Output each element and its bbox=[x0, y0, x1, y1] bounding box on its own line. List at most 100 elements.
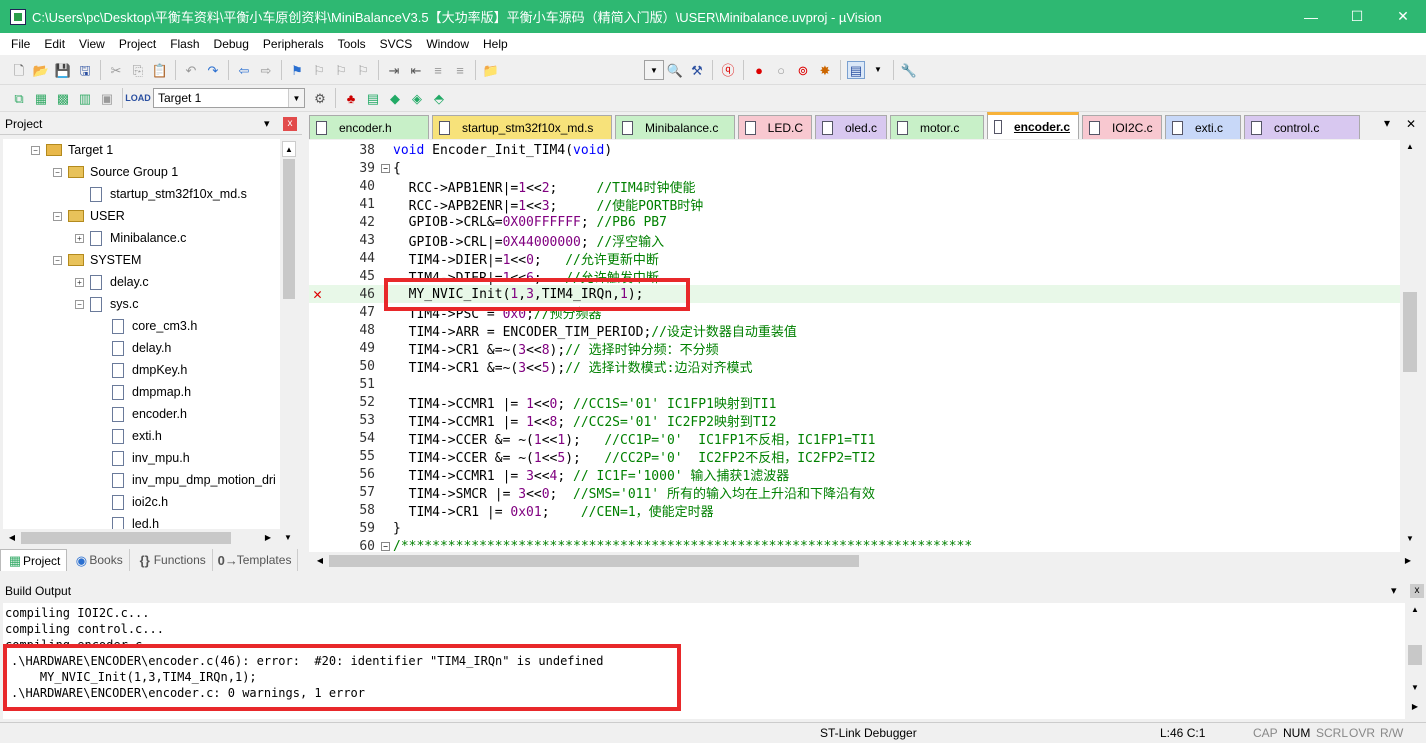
bookmark-icon[interactable]: ⚑ bbox=[288, 61, 306, 79]
redo-icon[interactable]: ↷ bbox=[204, 61, 222, 79]
tree-item[interactable]: inv_mpu.h bbox=[97, 447, 190, 469]
code-line[interactable]: 38 void Encoder_Init_TIM4(void) bbox=[309, 141, 1400, 159]
breakpoint-kill-icon[interactable]: ✸ bbox=[816, 61, 834, 79]
expand-icon[interactable]: + bbox=[75, 277, 84, 287]
window-layout-dropdown-icon[interactable]: ▼ bbox=[869, 61, 887, 79]
batch-build-icon[interactable]: ▥ bbox=[76, 89, 94, 107]
menu-project[interactable]: Project bbox=[112, 37, 163, 51]
bookmark-prev-icon[interactable]: ⚐ bbox=[310, 61, 328, 79]
tree-item[interactable]: ioi2c.h bbox=[97, 491, 168, 513]
code-line[interactable]: 52 TIM4->CCMR1 |= 1<<0; //CC1S='01' IC1F… bbox=[309, 393, 1400, 412]
pin-icon[interactable]: ▾ bbox=[1391, 584, 1397, 597]
save-all-icon[interactable]: 🖫 bbox=[76, 61, 94, 79]
code-line[interactable]: 48 TIM4->ARR = ENCODER_TIM_PERIOD;//设定计数… bbox=[309, 321, 1400, 340]
menu-svcs[interactable]: SVCS bbox=[373, 37, 420, 51]
menu-peripherals[interactable]: Peripherals bbox=[256, 37, 331, 51]
tab-startup-stm32f10x-md-s[interactable]: startup_stm32f10x_md.s bbox=[432, 115, 612, 139]
breakpoint-disable-icon[interactable]: ○ bbox=[772, 61, 790, 79]
stop-build-icon[interactable]: ▣ bbox=[98, 89, 116, 107]
new-file-icon[interactable]: 🗋 bbox=[10, 61, 28, 79]
fold-icon[interactable]: − bbox=[381, 163, 390, 173]
code-line[interactable]: 43 GPIOB->CRL|=0X44000000; //浮空输入 bbox=[309, 231, 1400, 250]
minimize-button[interactable]: — bbox=[1288, 0, 1334, 33]
nav-back-icon[interactable]: ⇦ bbox=[235, 61, 253, 79]
editor-hscrollbar[interactable]: ◀ ▶ bbox=[309, 552, 1419, 570]
code-line[interactable]: 41 RCC->APB2ENR|=1<<3; //使能PORTB时钟 bbox=[309, 195, 1400, 214]
expand-icon[interactable]: + bbox=[75, 233, 84, 243]
indent-icon[interactable]: ⇥ bbox=[385, 61, 403, 79]
menu-tools[interactable]: Tools bbox=[331, 37, 373, 51]
tab-encoder-h[interactable]: encoder.h bbox=[309, 115, 429, 139]
paste-icon[interactable]: 📋 bbox=[151, 61, 169, 79]
tree-item[interactable]: − Target 1 bbox=[31, 139, 113, 161]
tree-item[interactable]: − sys.c bbox=[75, 293, 138, 315]
editor-vscrollbar[interactable]: ▲ ▼ bbox=[1400, 140, 1419, 552]
tab-ioi2c-c[interactable]: IOI2C.c bbox=[1082, 115, 1162, 139]
tab-project[interactable]: ▦ Project bbox=[0, 549, 68, 571]
find-icon[interactable]: 🔍 bbox=[666, 61, 684, 79]
open-file-icon[interactable]: 📂 bbox=[32, 61, 50, 79]
menu-window[interactable]: Window bbox=[419, 37, 476, 51]
tab-exti-c[interactable]: exti.c bbox=[1165, 115, 1241, 139]
project-tree-vscrollbar[interactable]: ▲ bbox=[280, 139, 298, 529]
tree-item[interactable]: − SYSTEM bbox=[53, 249, 141, 271]
save-icon[interactable]: 💾 bbox=[54, 61, 72, 79]
breakpoint-icon[interactable]: ● bbox=[750, 61, 768, 79]
manage-components-icon[interactable]: ♣ bbox=[342, 89, 360, 107]
code-line[interactable]: 40 RCC->APB1ENR|=1<<2; //TIM4时钟使能 bbox=[309, 177, 1400, 196]
bookmark-clear-icon[interactable]: ⚐ bbox=[354, 61, 372, 79]
pin-icon[interactable]: ▾ bbox=[264, 117, 270, 130]
code-line[interactable]: 53 TIM4->CCMR1 |= 1<<8; //CC2S='01' IC2F… bbox=[309, 411, 1400, 430]
tree-item[interactable]: led.h bbox=[97, 513, 159, 529]
code-line[interactable]: 49 TIM4->CR1 &=~(3<<8);// 选择时钟分频：不分频 bbox=[309, 339, 1400, 358]
collapse-icon[interactable]: − bbox=[31, 145, 40, 155]
rebuild-icon[interactable]: ▩ bbox=[54, 89, 72, 107]
debug-session-icon[interactable]: ⓠ bbox=[719, 61, 737, 79]
tree-item[interactable]: dmpKey.h bbox=[97, 359, 187, 381]
menu-view[interactable]: View bbox=[72, 37, 112, 51]
file-extensions-icon[interactable]: ▤ bbox=[364, 89, 382, 107]
code-line[interactable]: 55 TIM4->CCER &= ~(1<<5); //CC2P='0' IC2… bbox=[309, 447, 1400, 466]
translate-icon[interactable]: ⧉ bbox=[10, 89, 28, 107]
tree-item[interactable]: + Minibalance.c bbox=[75, 227, 186, 249]
tab-oled-c[interactable]: oled.c bbox=[815, 115, 887, 139]
run-time-env-icon[interactable]: ⬘ bbox=[430, 89, 448, 107]
tree-item[interactable]: − USER bbox=[53, 205, 125, 227]
uncomment-icon[interactable]: ≡ bbox=[451, 61, 469, 79]
tree-item[interactable]: dmpmap.h bbox=[97, 381, 191, 403]
tab-encoder-c[interactable]: encoder.c bbox=[987, 112, 1079, 139]
pack-installer-icon[interactable]: ◈ bbox=[408, 89, 426, 107]
tree-item[interactable]: − Source Group 1 bbox=[53, 161, 178, 183]
collapse-icon[interactable]: − bbox=[53, 255, 62, 265]
unindent-icon[interactable]: ⇤ bbox=[407, 61, 425, 79]
code-line[interactable]: 44 TIM4->DIER|=1<<0; //允许更新中断 bbox=[309, 249, 1400, 268]
tab-control-c[interactable]: control.c bbox=[1244, 115, 1360, 139]
tree-item[interactable]: inv_mpu_dmp_motion_dri bbox=[97, 469, 276, 491]
code-line[interactable]: 57 TIM4->SMCR |= 3<<0; //SMS='011' 所有的输入… bbox=[309, 483, 1400, 502]
nav-forward-icon[interactable]: ⇨ bbox=[257, 61, 275, 79]
tree-item[interactable]: delay.h bbox=[97, 337, 171, 359]
window-layout-icon[interactable]: ▤ bbox=[847, 61, 865, 79]
tree-item[interactable]: core_cm3.h bbox=[97, 315, 197, 337]
build-vscrollbar[interactable]: ▲ ▼ ▶ bbox=[1405, 603, 1424, 719]
menu-flash[interactable]: Flash bbox=[163, 37, 206, 51]
code-editor[interactable]: 38 void Encoder_Init_TIM4(void) 39{−40 RCC… bbox=[309, 140, 1400, 552]
close-icon[interactable]: x bbox=[283, 116, 297, 131]
collapse-icon[interactable]: − bbox=[53, 211, 62, 221]
fold-icon[interactable]: − bbox=[381, 541, 390, 551]
tab-list-dropdown[interactable]: ▾ bbox=[1384, 116, 1390, 130]
build-icon[interactable]: ▦ bbox=[32, 89, 50, 107]
comment-icon[interactable]: ≡ bbox=[429, 61, 447, 79]
code-line[interactable]: 60 /*************************************… bbox=[309, 537, 1400, 553]
code-line[interactable]: 56 TIM4->CCMR1 |= 3<<4; // IC1F='1000' 输… bbox=[309, 465, 1400, 484]
undo-icon[interactable]: ↶ bbox=[182, 61, 200, 79]
tab-templates[interactable]: 0→ Templates bbox=[213, 549, 299, 571]
code-line[interactable]: 58 TIM4->CR1 |= 0x01; //CEN=1，使能定时器 bbox=[309, 501, 1400, 520]
find-in-files-icon[interactable]: 📁 bbox=[482, 61, 500, 79]
copy-icon[interactable]: ⎘ bbox=[129, 61, 147, 79]
tab-books[interactable]: ◉ Books bbox=[67, 549, 130, 571]
menu-help[interactable]: Help bbox=[476, 37, 515, 51]
tab-led-c[interactable]: LED.C bbox=[738, 115, 812, 139]
tree-item[interactable]: encoder.h bbox=[97, 403, 187, 425]
project-tree-hscrollbar[interactable]: ◀ ▶ ▼ bbox=[3, 529, 298, 547]
